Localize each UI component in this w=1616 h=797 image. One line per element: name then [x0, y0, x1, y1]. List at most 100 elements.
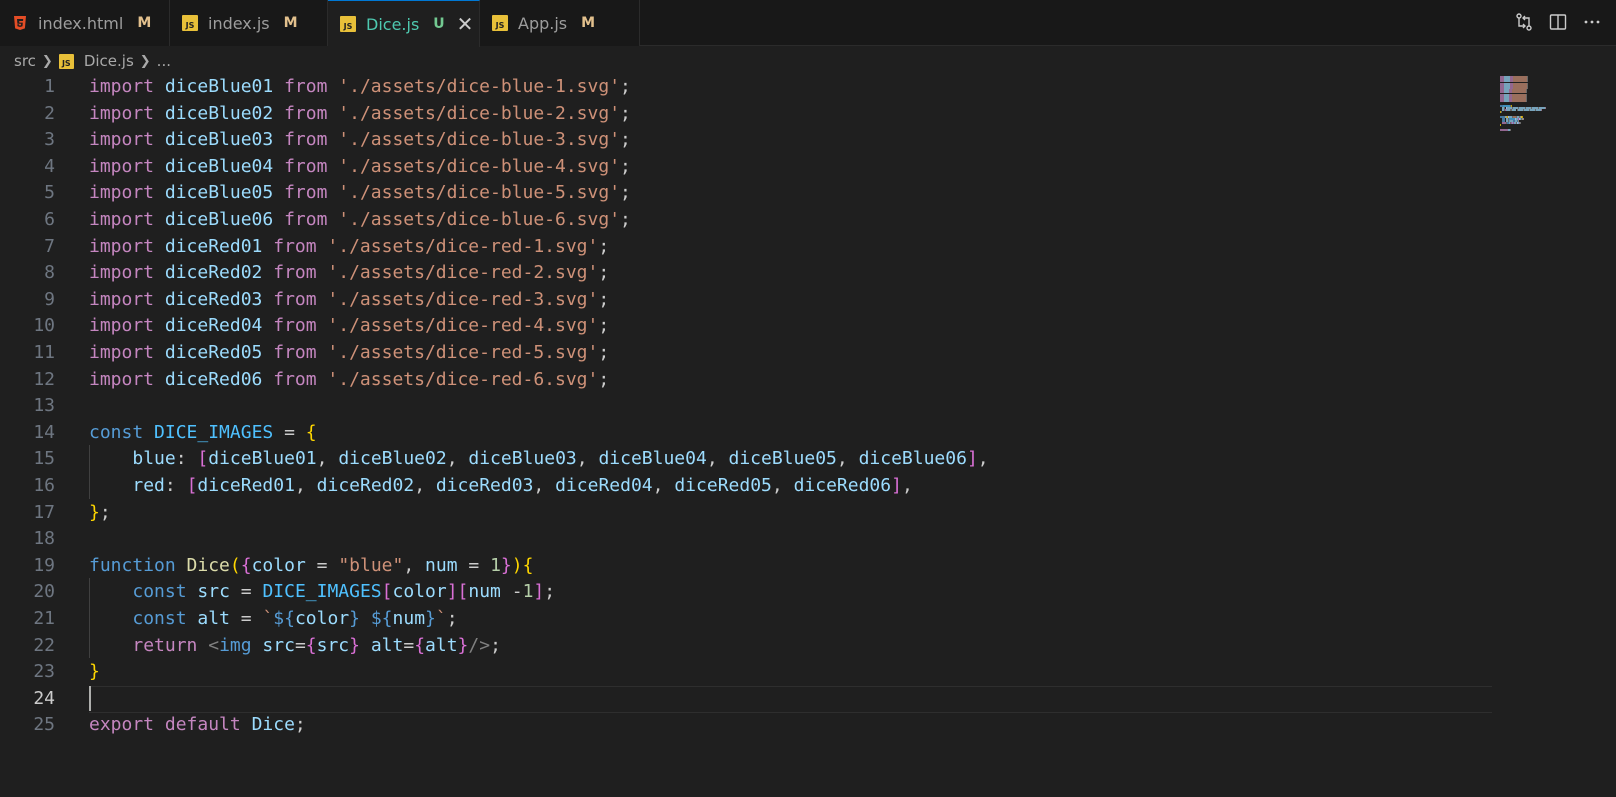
minimap[interactable] [1498, 76, 1588, 136]
code-token: = [403, 634, 415, 656]
code-line[interactable]: 10 import diceRed04 from './assets/dice-r… [0, 312, 1500, 339]
code-line[interactable]: 1 import diceBlue01 from './assets/dice-b… [0, 73, 1500, 100]
code-line[interactable]: 23} [0, 658, 1500, 685]
code-token: './assets/dice-red-4.svg' [327, 315, 599, 337]
code-line[interactable]: 15 blue: [diceBlue01, diceBlue02, diceBl… [0, 445, 1500, 472]
code-text: import diceRed06 from './assets/dice-red… [89, 366, 609, 393]
compare-changes-icon[interactable] [1514, 12, 1534, 32]
code-token: import [89, 129, 165, 151]
more-actions-icon[interactable] [1582, 12, 1602, 32]
code-token: , [771, 475, 794, 496]
code-token: ] [891, 475, 902, 496]
code-token: blue [132, 448, 176, 470]
line-number: 12 [33, 368, 55, 390]
code-line[interactable]: 9 import diceRed03 from './assets/dice-re… [0, 286, 1500, 313]
code-line[interactable]: 19 function Dice({color = "blue", num = 1… [0, 552, 1500, 579]
minimap-token [1520, 122, 1521, 125]
code-line[interactable]: 17}; [0, 499, 1500, 526]
code-token: alt [425, 634, 458, 656]
code-editor[interactable]: 1 import diceBlue01 from './assets/dice-b… [0, 76, 1500, 797]
code-token: from [273, 342, 328, 363]
code-text: import diceBlue03 from './assets/dice-bl… [89, 126, 631, 153]
code-line[interactable]: 7 import diceRed01 from './assets/dice-re… [0, 233, 1500, 260]
code-token: DICE_IMAGES [154, 421, 285, 443]
code-line[interactable]: 12 import diceRed06 from './assets/dice-r… [0, 366, 1500, 393]
code-text: function Dice({color = "blue", num = 1})… [89, 552, 533, 579]
code-token: , [977, 448, 989, 470]
tab-label: index.html [38, 13, 124, 33]
minimap-token [1510, 128, 1512, 131]
line-number: 13 [33, 395, 55, 417]
code-line[interactable]: 20 const src = DICE_IMAGES[color][num -1… [0, 578, 1500, 605]
line-number: 6 [44, 209, 55, 230]
code-token: Dice [251, 714, 295, 736]
tab-app-js[interactable]: JS App.js M [480, 0, 640, 46]
code-line[interactable]: 25 export default Dice; [0, 711, 1500, 738]
code-line[interactable]: 3 import diceBlue03 from './assets/dice-b… [0, 126, 1500, 153]
code-token: ; [598, 262, 610, 284]
code-token: ; [446, 608, 458, 629]
breadcrumb-more[interactable]: ... [157, 52, 171, 70]
code-line[interactable]: 21 const alt = `${color} ${num}`; [0, 605, 1500, 632]
chevron-right-icon: ❯ [41, 53, 53, 69]
code-line[interactable]: 11 import diceRed05 from './assets/dice-r… [0, 339, 1500, 366]
chevron-right-icon: ❯ [139, 53, 151, 69]
code-token: { [522, 554, 534, 576]
code-token: < [208, 634, 220, 656]
line-number: 20 [33, 581, 55, 603]
code-token: import [89, 155, 165, 177]
code-line[interactable]: 6 import diceBlue06 from './assets/dice-b… [0, 206, 1500, 233]
code-token: [ [381, 581, 393, 603]
code-token: ) [511, 554, 523, 576]
code-line[interactable]: 22 return <img src={src} alt={alt}/>; [0, 632, 1500, 659]
code-line[interactable]: 2 import diceBlue02 from './assets/dice-b… [0, 100, 1500, 127]
tab-index-html[interactable]: index.html M [0, 0, 170, 46]
code-line[interactable]: 16 red: [diceRed01, diceRed02, diceRed03… [0, 472, 1500, 499]
code-line[interactable]: 4 import diceBlue04 from './assets/dice-b… [0, 153, 1500, 180]
code-line[interactable]: 24 [0, 685, 1500, 712]
code-token: ; [598, 235, 610, 257]
code-text: import diceRed05 from './assets/dice-red… [89, 339, 609, 366]
code-line[interactable]: 5 import diceBlue05 from './assets/dice-b… [0, 179, 1500, 206]
line-number: 17 [33, 501, 55, 523]
code-token: , [706, 448, 729, 470]
tab-index-js[interactable]: JS index.js M [170, 0, 328, 46]
line-number: 8 [44, 262, 55, 284]
code-token: from [284, 182, 339, 204]
vertical-scrollbar[interactable] [1602, 76, 1616, 797]
tab-label: Dice.js [366, 14, 420, 34]
code-token: diceBlue04 [164, 155, 285, 177]
tab-dice-js[interactable]: JS Dice.js U ✕ [328, 0, 480, 47]
code-token: import [89, 235, 165, 257]
minimap-token [1512, 100, 1526, 103]
code-token: './assets/dice-blue-1.svg' [338, 76, 621, 97]
code-token: diceBlue02 [338, 448, 447, 470]
code-line[interactable]: 13 [0, 392, 1500, 419]
split-editor-icon[interactable] [1548, 12, 1568, 32]
code-line[interactable]: 18 [0, 525, 1500, 552]
line-number: 2 [44, 102, 55, 124]
html5-icon [12, 15, 28, 31]
code-token: './assets/dice-blue-2.svg' [338, 102, 621, 124]
code-token: ` [435, 608, 447, 629]
line-number: 3 [44, 129, 55, 151]
breadcrumb-file[interactable]: Dice.js [84, 52, 134, 70]
code-token: ; [544, 581, 556, 603]
code-line[interactable]: 14 const DICE_IMAGES = { [0, 419, 1500, 446]
line-number: 9 [44, 288, 55, 310]
close-icon[interactable]: ✕ [457, 14, 474, 34]
minimap-token [1545, 106, 1546, 109]
code-token: const [132, 581, 198, 603]
breadcrumb-folder[interactable]: src [14, 52, 36, 70]
code-token: from [273, 288, 328, 310]
line-number: 10 [33, 315, 55, 337]
code-token: './assets/dice-red-6.svg' [327, 368, 599, 390]
code-line[interactable]: 8 import diceRed02 from './assets/dice-re… [0, 259, 1500, 286]
code-token: , [836, 448, 859, 470]
code-token: return [132, 634, 209, 656]
code-token: alt [197, 608, 241, 629]
line-number: 7 [44, 235, 55, 257]
code-text: import diceBlue04 from './assets/dice-bl… [89, 153, 631, 180]
